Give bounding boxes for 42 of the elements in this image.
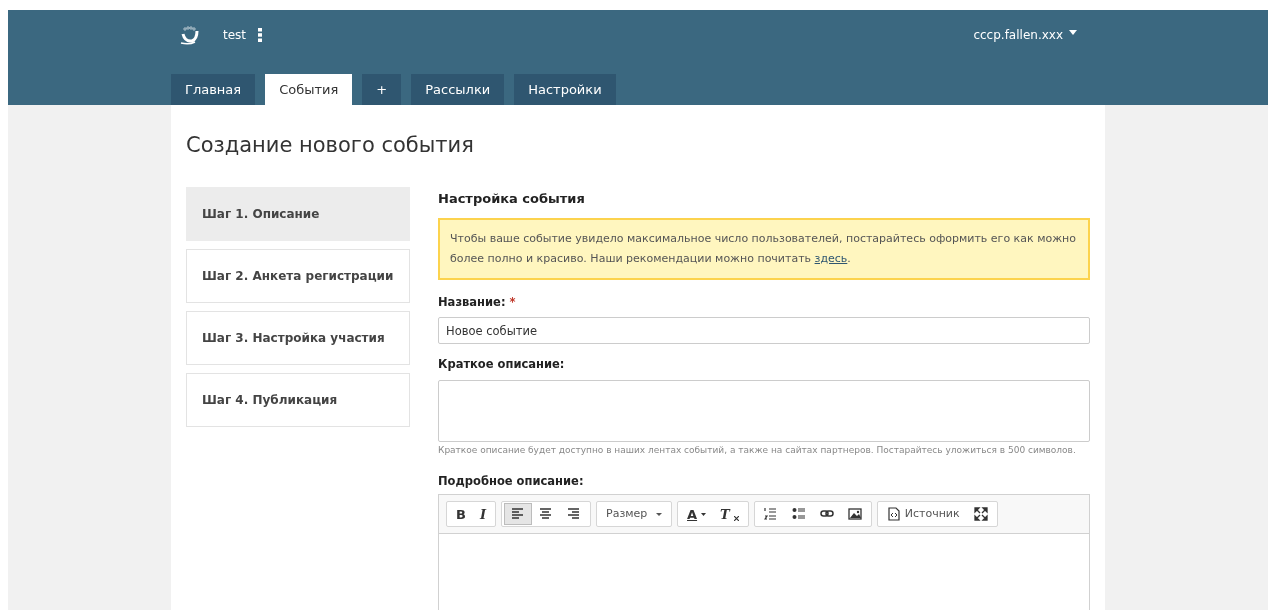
step-item[interactable]: Шаг 3. Настройка участия (186, 310, 410, 365)
nav-tab[interactable]: Настройки (514, 74, 616, 105)
source-icon (886, 507, 901, 522)
maximize-icon (973, 507, 988, 522)
name-field[interactable]: Новое событие (438, 317, 1090, 345)
italic-button[interactable]: I (472, 503, 493, 526)
nav-tab[interactable]: + (362, 74, 402, 105)
numbered-list-icon (763, 507, 778, 522)
align-left-button[interactable] (504, 503, 532, 526)
nav-tab[interactable]: Рассылки (411, 74, 505, 105)
align-left-icon (511, 507, 525, 522)
source-button[interactable]: Источник (879, 503, 967, 526)
site-name[interactable]: test (223, 26, 247, 44)
step-item[interactable]: Шаг 2. Анкета регистрации (186, 248, 410, 303)
step-item[interactable]: Шаг 4. Публикация (186, 372, 410, 427)
required-mark: * (509, 294, 516, 311)
caret-icon (656, 512, 662, 516)
logo-icon[interactable] (179, 25, 201, 45)
page-title: Создание нового события (186, 132, 475, 159)
more-icon[interactable] (258, 28, 263, 42)
text-color-button[interactable]: A (680, 503, 714, 526)
caret-icon (701, 512, 707, 516)
align-center-icon (539, 507, 553, 522)
field-label: Подробное описание: (438, 473, 585, 490)
section-title: Настройка события (438, 189, 586, 208)
close-icon (733, 515, 739, 521)
field-label: Название: (438, 294, 506, 311)
field-label: Краткое описание: (438, 356, 566, 374)
image-icon (847, 507, 862, 522)
bulleted-list-icon (791, 507, 806, 522)
notice-text: Чтобы ваше событие увидело максимальное число пользователей, постарайтесь оформить его как можно более полно и красиво. Наши рекомендации можно почитать здесь. (438, 218, 1090, 280)
align-right-icon (567, 507, 581, 522)
size-dropdown[interactable]: Размер (599, 503, 669, 526)
caret-icon[interactable] (1069, 29, 1077, 35)
remove-format-button[interactable]: T (713, 503, 746, 526)
hint-text: Краткое описание будет доступно в наших лентах событий, а также на сайтах партнеров. Постарайтесь уложиться в 500 символов. (438, 443, 1077, 457)
user-menu[interactable]: cccp.fallen.xxx (973, 26, 1063, 44)
nav-tab[interactable]: Главная (171, 74, 256, 105)
step-item[interactable]: Шаг 1. Описание (186, 186, 410, 241)
bold-button[interactable]: B (449, 503, 473, 526)
short-description-field[interactable] (438, 379, 1090, 442)
nav-tab[interactable]: События (265, 74, 353, 105)
